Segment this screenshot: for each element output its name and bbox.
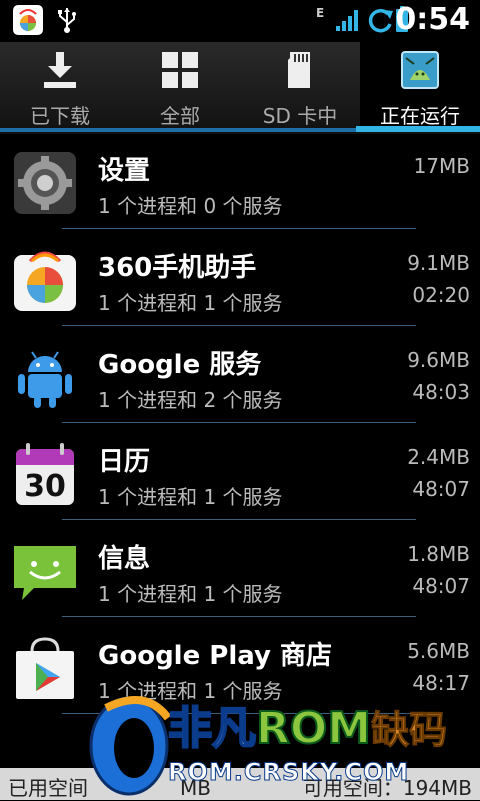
app-uptime: 48:07 (412, 477, 470, 501)
app-process-info: 1 个进程和 1 个服务 (98, 485, 283, 509)
watermark-logo-icon (89, 696, 172, 796)
tab-all[interactable]: 全部 (120, 42, 240, 128)
app-name: Google 服务 (98, 350, 262, 380)
watermark-brand-rom: ROM (255, 702, 372, 755)
row-divider (62, 519, 416, 520)
grid-icon (162, 52, 198, 88)
app-memory: 1.8MB (407, 542, 470, 566)
app-name: 信息 (98, 544, 151, 574)
app-name: 日历 (98, 447, 151, 477)
row-divider (62, 228, 416, 229)
signal-icon (336, 10, 358, 31)
app-memory: 17MB (413, 154, 470, 178)
calendar-day: 30 (24, 469, 66, 504)
app-name: 设置 (98, 156, 151, 186)
messaging-icon (14, 546, 76, 600)
360-assistant-icon (14, 251, 76, 311)
app-name: Google Play 商店 (98, 641, 332, 671)
app-memory: 9.6MB (407, 348, 470, 372)
app-process-info: 1 个进程和 1 个服务 (98, 291, 283, 315)
app-uptime: 02:20 (412, 283, 470, 307)
app-memory: 9.1MB (407, 251, 470, 275)
settings-gear-icon (14, 152, 76, 214)
calendar-icon: 30 (16, 443, 74, 505)
usb-icon (58, 8, 76, 33)
watermark-brand-cn: 非凡 (167, 702, 257, 755)
download-icon (44, 52, 76, 88)
tab-sd-card[interactable]: SD 卡中 (240, 42, 360, 128)
app-store-icon (13, 5, 43, 35)
play-store-icon (16, 637, 74, 699)
app-row-settings[interactable]: 设置 1 个进程和 0 个服务 17MB (0, 136, 480, 233)
app-row-calendar[interactable]: 30 日历 1 个进程和 1 个服务 2.4MB 48:07 (0, 427, 480, 524)
android-robot-icon (18, 351, 72, 408)
app-row-messaging[interactable]: 信息 1 个进程和 1 个服务 1.8MB 48:07 (0, 524, 480, 621)
app-uptime: 48:07 (412, 574, 470, 598)
watermark-brand-tail: 缺码 (371, 708, 448, 753)
network-type: E (316, 6, 325, 20)
tab-label: 全部 (160, 104, 200, 128)
tab-label: 正在运行 (380, 104, 460, 128)
active-tab-indicator (356, 126, 480, 132)
tab-running[interactable]: 正在运行 (360, 42, 480, 128)
row-divider (62, 422, 416, 423)
app-uptime: 48:03 (412, 380, 470, 404)
app-process-info: 1 个进程和 0 个服务 (98, 194, 283, 218)
row-divider (62, 325, 416, 326)
sd-card-icon (288, 52, 310, 88)
app-name: 360手机助手 (98, 253, 257, 283)
tab-label: 已下载 (30, 104, 90, 128)
tab-bar: 已下载 全部 SD 卡中 正在运行 (0, 42, 480, 134)
app-process-info: 1 个进程和 1 个服务 (98, 582, 283, 606)
app-row-google-services[interactable]: Google 服务 1 个进程和 2 个服务 9.6MB 48:03 (0, 330, 480, 427)
running-apps-icon (401, 51, 439, 89)
watermark-url: ROM.CRSKY.COM (167, 758, 410, 787)
app-memory: 2.4MB (407, 445, 470, 469)
sync-icon (368, 8, 393, 33)
status-bar: E 0:54 (0, 0, 480, 42)
row-divider (62, 616, 416, 617)
tab-downloaded[interactable]: 已下载 (0, 42, 120, 128)
storage-used-label: 已用空间 (8, 776, 88, 800)
tab-label: SD 卡中 (262, 104, 338, 128)
app-memory: 5.6MB (407, 639, 470, 663)
watermark: 非凡ROM缺码 ROM.CRSKY.COM (86, 684, 480, 800)
app-row-360-assistant[interactable]: 360手机助手 1 个进程和 1 个服务 9.1MB 02:20 (0, 233, 480, 330)
app-process-info: 1 个进程和 2 个服务 (98, 388, 283, 412)
watermark-brand: 非凡ROM缺码 (167, 692, 448, 756)
clock: 0:54 (395, 2, 470, 37)
